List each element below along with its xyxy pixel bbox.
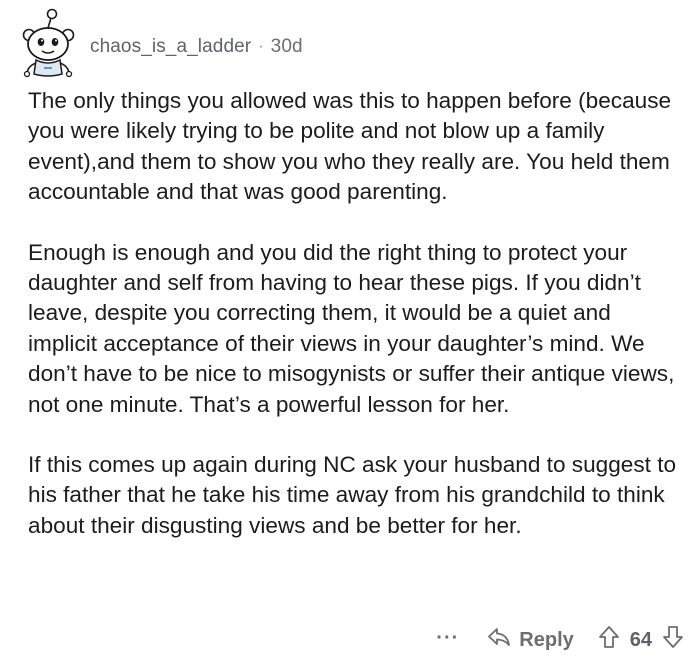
vote-score: 64 — [629, 628, 652, 651]
snoo-avatar-icon[interactable] — [18, 8, 78, 80]
reply-button[interactable]: Reply — [487, 626, 574, 654]
reply-label: Reply — [519, 628, 574, 651]
reply-arrow-icon — [487, 626, 519, 654]
meta-separator: · — [258, 38, 264, 55]
comment-paragraph-2: Enough is enough and you did the right t… — [28, 239, 675, 417]
comment-paragraph-3: If this comes up again during NC ask you… — [28, 452, 677, 538]
comment-paragraph-1: The only things you allowed was this to … — [28, 88, 672, 205]
vote-controls: 64 — [598, 625, 684, 655]
more-options-button[interactable]: ··· — [436, 628, 459, 648]
comment-age[interactable]: 30d — [271, 36, 303, 58]
downvote-arrow-icon[interactable] — [662, 625, 684, 655]
comment: chaos_is_a_ladder · 30d The only things … — [0, 0, 700, 668]
upvote-arrow-icon[interactable] — [598, 625, 620, 655]
comment-body: The only things you allowed was this to … — [28, 86, 678, 541]
username-link[interactable]: chaos_is_a_ladder — [90, 36, 251, 58]
comment-actions: ··· Reply 64 — [436, 620, 684, 660]
comment-header: chaos_is_a_ladder · 30d — [18, 8, 303, 80]
comment-meta: chaos_is_a_ladder · 30d — [90, 36, 303, 58]
